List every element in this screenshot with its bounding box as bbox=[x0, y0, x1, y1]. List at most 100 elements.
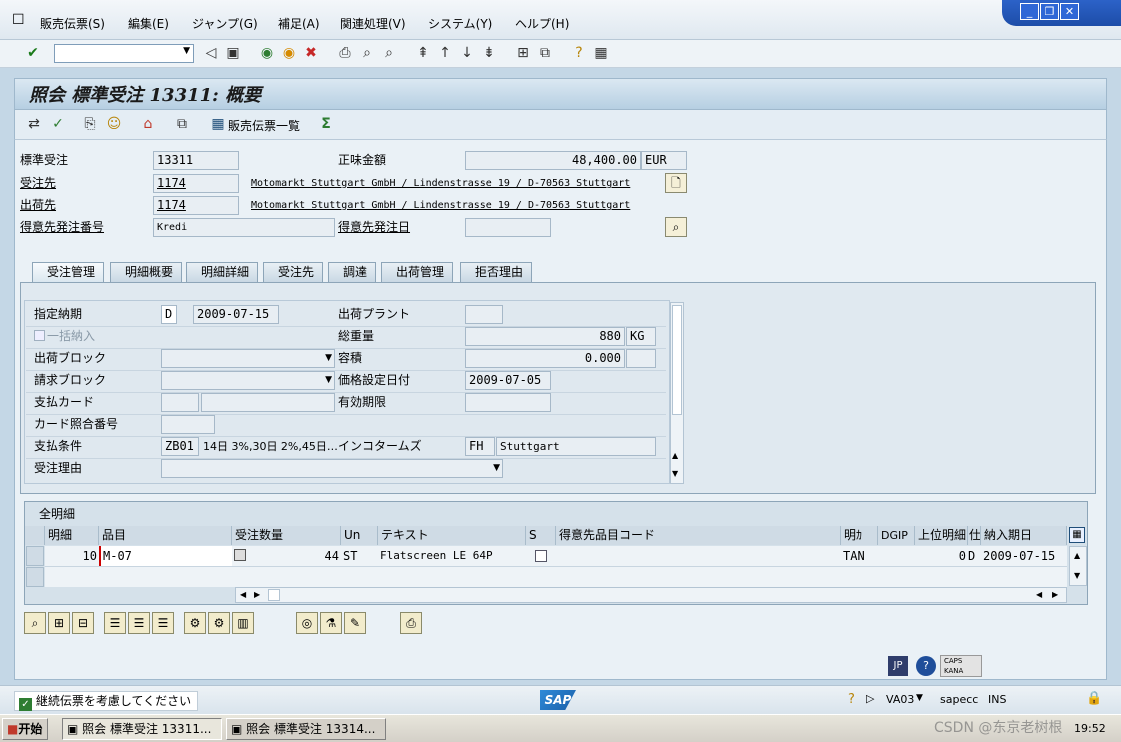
row-selector[interactable] bbox=[26, 546, 44, 566]
sum-icon[interactable]: Σ bbox=[317, 115, 335, 133]
scroll-down-icon[interactable]: ▼ bbox=[1074, 571, 1080, 580]
transaction-code[interactable]: VA03 bbox=[886, 693, 914, 706]
transaction-dropdown-icon[interactable]: ▼ bbox=[916, 693, 923, 703]
table-settings-icon[interactable]: ▦ bbox=[1069, 527, 1085, 543]
structure-icon[interactable]: ▥ bbox=[232, 612, 254, 634]
command-field[interactable]: ▼ bbox=[54, 44, 194, 63]
ship-to-address-link[interactable]: Motomarkt Stuttgart GmbH / Lindenstrasse… bbox=[251, 196, 630, 215]
next-page-icon[interactable]: ↓ bbox=[458, 44, 476, 62]
total-weight-field[interactable]: 880 bbox=[465, 327, 625, 346]
tab-reason-rejection[interactable]: 拒否理由 bbox=[460, 262, 533, 282]
last-page-icon[interactable]: ⇟ bbox=[480, 44, 498, 62]
find-icon[interactable]: ⌕ bbox=[358, 44, 376, 62]
print-icon[interactable]: ⎙ bbox=[336, 44, 354, 62]
req-delivery-date-field[interactable]: 2009-07-15 bbox=[193, 305, 279, 324]
cell-item[interactable]: 10 bbox=[45, 546, 99, 566]
col-customer-material[interactable]: 得意先品目コード bbox=[556, 526, 841, 545]
sales-doc-list-button[interactable]: 販売伝票一覧 bbox=[228, 117, 300, 134]
incoterms-place-field[interactable]: Stuttgart bbox=[496, 437, 656, 456]
ime-help-icon[interactable]: ? bbox=[916, 656, 936, 676]
cancel-icon[interactable]: ✖ bbox=[302, 44, 320, 62]
delivering-plant-field[interactable] bbox=[465, 305, 503, 324]
menu-environment[interactable]: 関連処理(V) bbox=[340, 15, 406, 32]
menu-edit[interactable]: 編集(E) bbox=[128, 15, 169, 32]
cell-text[interactable]: Flatscreen LE 64P bbox=[378, 546, 526, 566]
select-all-icon[interactable]: ☰ bbox=[104, 612, 126, 634]
layout-menu-icon[interactable]: ▦ bbox=[592, 44, 610, 62]
display-change-icon[interactable]: ⇄ bbox=[25, 115, 43, 133]
menu-goto[interactable]: ジャンプ(G) bbox=[192, 15, 258, 32]
volume-unit-field[interactable] bbox=[626, 349, 656, 368]
back-arrow-small-icon[interactable]: ◁ bbox=[202, 44, 220, 62]
scroll-up-icon[interactable]: ▲ bbox=[1074, 551, 1080, 560]
edit-note-icon[interactable]: ✎ bbox=[344, 612, 366, 634]
status-expand-icon[interactable]: ▷ bbox=[866, 692, 874, 705]
tab-shipping[interactable]: 出荷管理 bbox=[381, 262, 454, 282]
input-mode[interactable]: INS bbox=[988, 693, 1006, 706]
tab-item-overview[interactable]: 明細概要 bbox=[110, 262, 183, 282]
tab-item-detail[interactable]: 明細詳細 bbox=[186, 262, 259, 282]
incoterms-code-field[interactable]: FH bbox=[465, 437, 495, 456]
sold-to-address-link[interactable]: Motomarkt Stuttgart GmbH / Lindenstrasse… bbox=[251, 174, 630, 193]
ship-to-label[interactable]: 出荷先 bbox=[20, 196, 56, 215]
back-icon[interactable]: ◉ bbox=[258, 44, 276, 62]
col-d[interactable]: 仕 bbox=[968, 526, 981, 545]
create-session-icon[interactable]: ⊞ bbox=[514, 44, 532, 62]
orders-icon[interactable]: ⧉ bbox=[173, 115, 191, 133]
status-help-icon[interactable]: ? bbox=[848, 692, 855, 707]
col-quantity[interactable]: 受注数量 bbox=[232, 526, 341, 545]
document-flow-icon[interactable]: ⎘ bbox=[81, 115, 99, 133]
weight-unit-field[interactable]: KG bbox=[626, 327, 656, 346]
menu-system[interactable]: システム(Y) bbox=[428, 15, 492, 32]
cell-higher-item[interactable]: 0 bbox=[915, 546, 968, 566]
shortcut-icon[interactable]: ⧉ bbox=[536, 44, 554, 62]
caps-kana-indicator[interactable]: CAPS KANA bbox=[940, 655, 982, 677]
start-button[interactable]: ■开始 bbox=[2, 718, 48, 740]
pricing-date-field[interactable]: 2009-07-05 bbox=[465, 371, 551, 390]
help-icon[interactable]: ? bbox=[570, 44, 588, 62]
exit-icon[interactable]: ◉ bbox=[280, 44, 298, 62]
col-item-category[interactable]: 明ｶ bbox=[841, 526, 878, 545]
menu-extras[interactable]: 補足(A) bbox=[278, 15, 320, 32]
minimize-button[interactable]: _ bbox=[1020, 3, 1039, 20]
pricing-icon[interactable]: ⚙ bbox=[184, 612, 206, 634]
tab-procurement[interactable]: 調達 bbox=[328, 262, 377, 282]
col-higher-item[interactable]: 上位明細 bbox=[915, 526, 968, 545]
cell-unit[interactable]: ST bbox=[341, 546, 378, 566]
order-reason-select[interactable] bbox=[161, 459, 503, 478]
complete-delivery-checkbox[interactable]: 一括納入 bbox=[34, 327, 95, 346]
col-item[interactable]: 明細 bbox=[45, 526, 99, 545]
item-detail-icon[interactable]: ⌕ bbox=[24, 612, 46, 634]
status-message[interactable]: ✓ 継続伝票を考慮してください bbox=[14, 691, 198, 711]
po-number-field[interactable]: Kredi bbox=[153, 218, 335, 237]
scroll-left-icon[interactable]: ◀ bbox=[240, 590, 246, 599]
col-text[interactable]: テキスト bbox=[378, 526, 526, 545]
payment-terms-field[interactable]: ZB01 bbox=[161, 437, 199, 456]
cell-s-checkbox[interactable] bbox=[535, 550, 547, 562]
payment-card-number-field[interactable] bbox=[201, 393, 335, 412]
scroll-right-icon[interactable]: ▶ bbox=[1052, 590, 1058, 599]
cell-customer-material[interactable] bbox=[556, 546, 841, 566]
search-icon[interactable]: ⌕ bbox=[665, 217, 687, 237]
cell-delivery-date[interactable]: 2009-07-15 bbox=[981, 546, 1067, 566]
row-selector[interactable] bbox=[26, 567, 44, 587]
scroll-up-icon[interactable]: ▲ bbox=[672, 451, 678, 460]
cell-material[interactable]: M-07 bbox=[99, 546, 232, 566]
col-s[interactable]: S bbox=[526, 526, 556, 545]
delete-row-icon[interactable]: ⊟ bbox=[72, 612, 94, 634]
select-all-cell[interactable] bbox=[25, 526, 45, 545]
po-date-field[interactable] bbox=[465, 218, 551, 237]
order-number-field[interactable]: 13311 bbox=[153, 151, 239, 170]
currency-field[interactable]: EUR bbox=[641, 151, 687, 170]
target-icon[interactable]: ◎ bbox=[296, 612, 318, 634]
col-delivery-date[interactable]: 納入期日 bbox=[981, 526, 1067, 545]
sales-doc-list-icon[interactable]: ▦ bbox=[209, 115, 227, 133]
select-block-icon[interactable]: ☰ bbox=[152, 612, 174, 634]
po-number-label[interactable]: 得意先発注番号 bbox=[20, 218, 104, 237]
ship-to-field[interactable]: 1174 bbox=[153, 196, 239, 215]
cell-quantity[interactable]: 44 bbox=[248, 546, 341, 566]
table-vertical-scrollbar[interactable]: ▲ ▼ bbox=[1069, 546, 1087, 586]
col-unit[interactable]: Un bbox=[341, 526, 378, 545]
valid-to-field[interactable] bbox=[465, 393, 551, 412]
table-row[interactable] bbox=[45, 567, 1067, 587]
